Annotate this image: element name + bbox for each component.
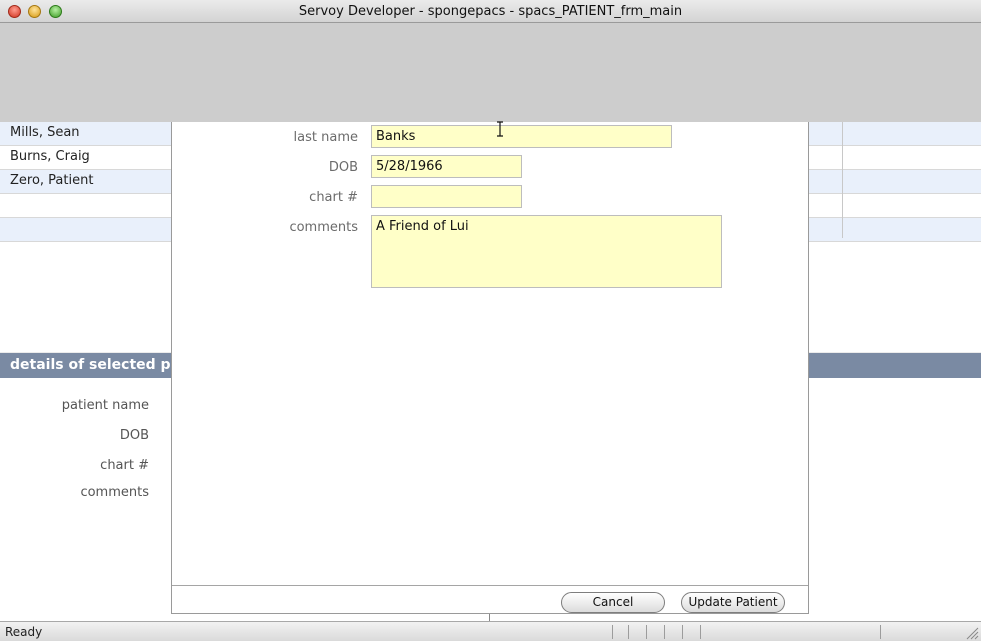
status-segment [664, 625, 665, 639]
status-segment [700, 625, 701, 639]
status-segment [612, 625, 613, 639]
status-text: Ready [5, 625, 43, 639]
status-segment [880, 625, 881, 639]
dob-field[interactable]: 5/28/1966 [371, 155, 522, 178]
patient-name-cell: Burns, Craig [10, 149, 90, 164]
detail-label-patient-name: patient name [61, 398, 149, 413]
cancel-button[interactable]: Cancel [561, 592, 665, 613]
window-titlebar: Servoy Developer - spongepacs - spacs_PA… [0, 0, 981, 23]
status-segment [646, 625, 647, 639]
dob-label: DOB [328, 160, 358, 175]
toolbar-area [0, 23, 981, 123]
detail-label-comments: comments [80, 485, 149, 500]
column-divider [842, 122, 843, 238]
detail-label-chart: chart # [100, 458, 149, 473]
last-name-field[interactable]: Banks [371, 125, 672, 148]
details-header-title: details of selected pati [10, 357, 192, 373]
ibeam-cursor-icon [497, 121, 503, 137]
comments-label: comments [289, 220, 358, 235]
patient-name-cell: Mills, Sean [10, 125, 80, 140]
chart-field[interactable] [371, 185, 522, 208]
chart-label: chart # [309, 190, 358, 205]
update-patient-button[interactable]: Update Patient [681, 592, 785, 613]
edit-patient-dialog: last name Banks DOB 5/28/1966 chart # co… [171, 122, 809, 614]
last-name-label: last name [293, 130, 358, 145]
status-segment [682, 625, 683, 639]
resize-grip-icon[interactable] [965, 626, 979, 640]
status-bar: Ready [0, 621, 981, 641]
comments-textarea[interactable]: A Friend of Lui [371, 215, 722, 288]
patient-name-cell: Zero, Patient [10, 173, 94, 188]
split-handle[interactable] [489, 614, 490, 621]
detail-label-dob: DOB [119, 428, 149, 443]
status-segment [628, 625, 629, 639]
dialog-footer-divider [172, 585, 808, 586]
window-title: Servoy Developer - spongepacs - spacs_PA… [298, 4, 683, 19]
